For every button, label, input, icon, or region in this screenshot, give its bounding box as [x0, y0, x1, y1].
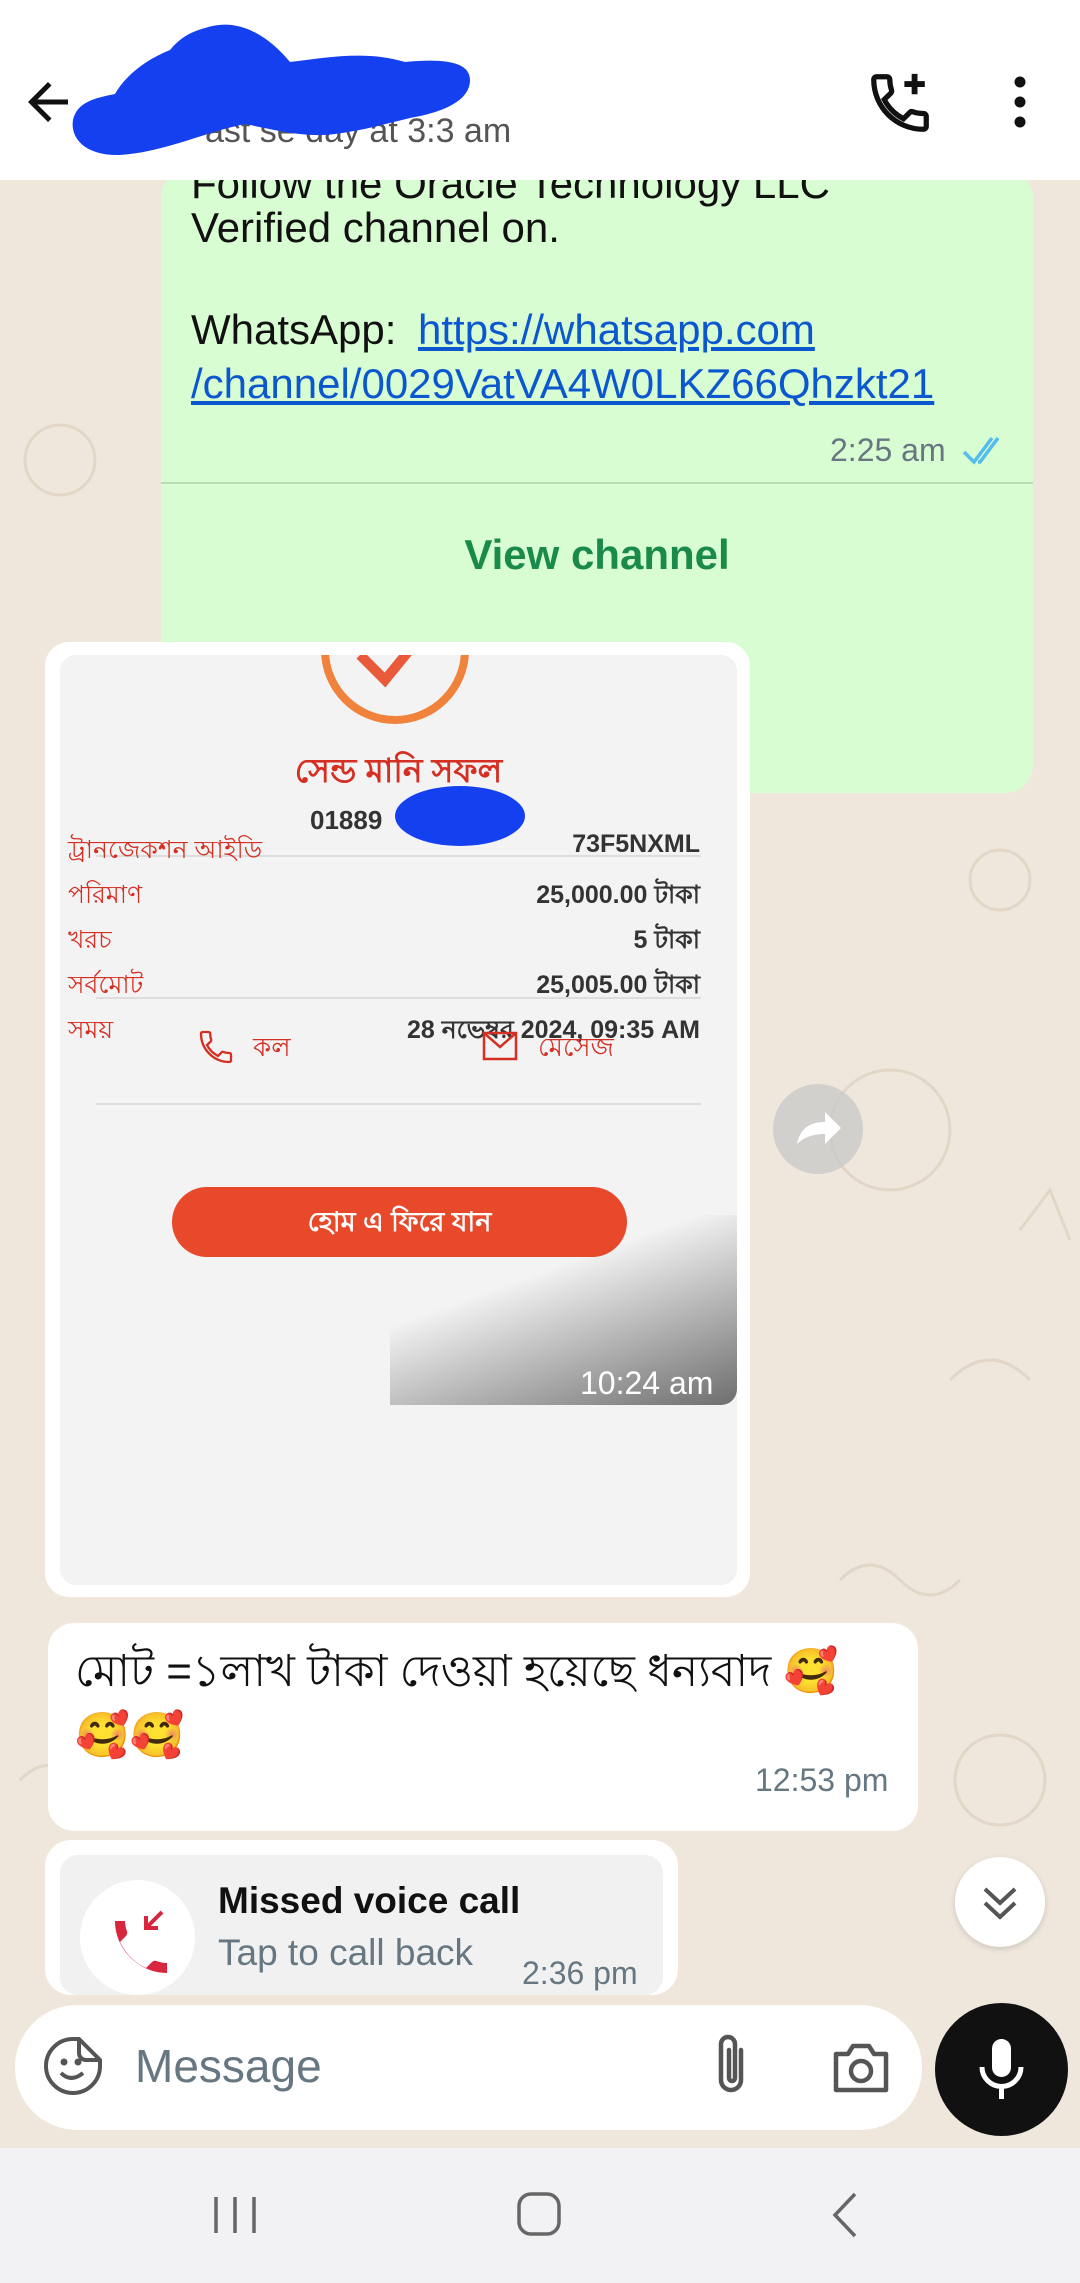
channel-message-line: Verified channel on.	[191, 204, 560, 251]
phone-icon	[196, 1027, 236, 1067]
recent-apps-icon[interactable]	[210, 2195, 260, 2235]
receipt-call-label: কল	[253, 1032, 291, 1062]
redacted-contact-name[interactable]	[65, 20, 650, 160]
attach-icon[interactable]	[705, 2030, 757, 2100]
add-call-icon[interactable]	[865, 68, 935, 138]
message-timestamp: 10:24 am	[580, 1365, 714, 1401]
home-icon[interactable]	[515, 2190, 563, 2238]
divider	[161, 482, 1033, 484]
double-check-icon	[962, 430, 1008, 470]
message-timestamp: 2:36 pm	[522, 1955, 638, 1991]
nav-back-icon[interactable]	[825, 2190, 865, 2240]
more-vert-icon[interactable]	[1000, 72, 1040, 132]
sticker-emoji-icon[interactable]	[42, 2035, 104, 2097]
message-text: মোট =১লাখ টাকা দেওয়া হয়েছে ধন্যবাদ 🥰🥰🥰	[75, 1647, 839, 1760]
message-input[interactable]	[135, 2035, 655, 2097]
divider	[96, 1103, 701, 1105]
missed-call-subtitle[interactable]: Tap to call back	[218, 1932, 473, 1974]
forward-button[interactable]	[773, 1084, 863, 1174]
mail-icon	[482, 1031, 518, 1061]
whatsapp-label: WhatsApp:	[191, 306, 397, 353]
missed-call-title: Missed voice call	[218, 1880, 521, 1921]
scroll-to-bottom-button[interactable]	[955, 1857, 1045, 1947]
channel-link[interactable]: /channel/0029VatVA4W0LKZ66Qhzkt21	[191, 360, 934, 408]
receipt-image-lower: কল মেসেজ হোম এ ফিরে যান 10:24 am	[60, 655, 737, 1405]
receipt-message-label: মেসেজ	[538, 1032, 614, 1062]
missed-call-icon	[80, 1880, 195, 1995]
divider	[96, 997, 701, 999]
view-channel-button[interactable]: View channel	[161, 510, 1033, 600]
camera-icon[interactable]	[830, 2040, 892, 2096]
message-timestamp: 12:53 pm	[755, 1762, 889, 1798]
channel-link[interactable]: https://whatsapp.com	[418, 306, 815, 354]
message-timestamp: 2:25 am	[830, 432, 946, 468]
voice-record-button[interactable]	[935, 2003, 1068, 2136]
